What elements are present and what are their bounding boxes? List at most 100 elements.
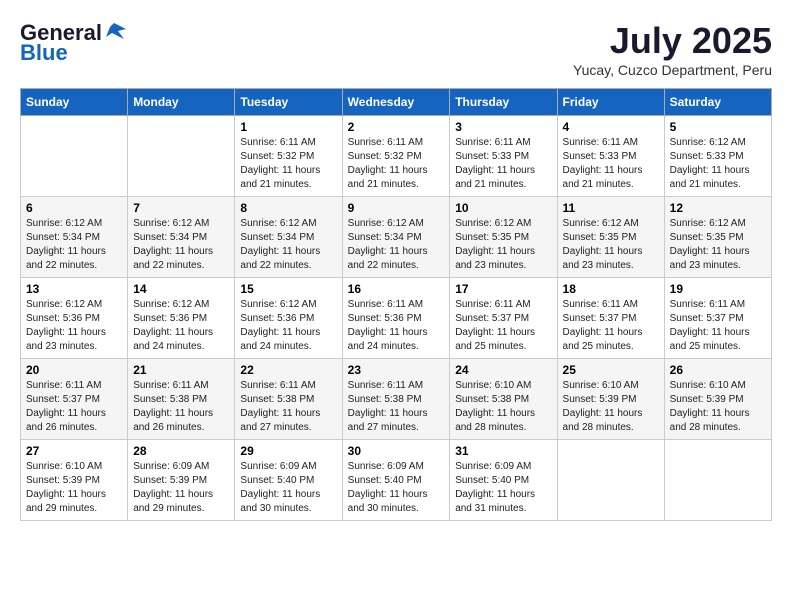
day-of-week-header: Tuesday bbox=[235, 89, 342, 116]
day-number: 20 bbox=[26, 363, 122, 377]
day-info: Sunrise: 6:10 AMSunset: 5:38 PMDaylight:… bbox=[455, 379, 551, 435]
day-of-week-header: Wednesday bbox=[342, 89, 450, 116]
day-number: 22 bbox=[240, 363, 336, 377]
day-info: Sunrise: 6:09 AMSunset: 5:40 PMDaylight:… bbox=[455, 460, 551, 516]
day-info: Sunrise: 6:11 AMSunset: 5:32 PMDaylight:… bbox=[348, 136, 445, 192]
day-number: 3 bbox=[455, 120, 551, 134]
day-info: Sunrise: 6:10 AMSunset: 5:39 PMDaylight:… bbox=[26, 460, 122, 516]
calendar-day-cell: 21Sunrise: 6:11 AMSunset: 5:38 PMDayligh… bbox=[128, 359, 235, 440]
calendar-day-cell: 15Sunrise: 6:12 AMSunset: 5:36 PMDayligh… bbox=[235, 278, 342, 359]
day-info: Sunrise: 6:11 AMSunset: 5:37 PMDaylight:… bbox=[455, 298, 551, 354]
day-info: Sunrise: 6:10 AMSunset: 5:39 PMDaylight:… bbox=[670, 379, 766, 435]
day-number: 2 bbox=[348, 120, 445, 134]
day-info: Sunrise: 6:09 AMSunset: 5:40 PMDaylight:… bbox=[240, 460, 336, 516]
calendar-day-cell: 18Sunrise: 6:11 AMSunset: 5:37 PMDayligh… bbox=[557, 278, 664, 359]
calendar-day-cell: 7Sunrise: 6:12 AMSunset: 5:34 PMDaylight… bbox=[128, 197, 235, 278]
calendar-day-cell: 6 Sunrise: 6:12 AMSunset: 5:34 PMDaylight… bbox=[21, 197, 128, 278]
calendar-week-row: 20 Sunrise: 6:11 AMSunset: 5:37 PMDayligh… bbox=[21, 359, 772, 440]
calendar-day-cell: 17 Sunrise: 6:11 AMSunset: 5:37 PMDayligh… bbox=[450, 278, 557, 359]
calendar-week-row: 1Sunrise: 6:11 AMSunset: 5:32 PMDaylight… bbox=[21, 116, 772, 197]
calendar-day-cell: 9 Sunrise: 6:12 AMSunset: 5:34 PMDaylight… bbox=[342, 197, 450, 278]
calendar-table: SundayMondayTuesdayWednesdayThursdayFrid… bbox=[20, 88, 772, 521]
calendar-day-cell: 27 Sunrise: 6:10 AMSunset: 5:39 PMDayligh… bbox=[21, 440, 128, 521]
calendar-week-row: 27 Sunrise: 6:10 AMSunset: 5:39 PMDayligh… bbox=[21, 440, 772, 521]
day-info: Sunrise: 6:09 AMSunset: 5:40 PMDaylight:… bbox=[348, 460, 445, 516]
day-info: Sunrise: 6:11 AMSunset: 5:37 PMDaylight:… bbox=[26, 379, 122, 435]
day-info: Sunrise: 6:12 AMSunset: 5:35 PMDaylight:… bbox=[563, 217, 659, 273]
calendar-day-cell: 26 Sunrise: 6:10 AMSunset: 5:39 PMDayligh… bbox=[664, 359, 771, 440]
day-number: 25 bbox=[563, 363, 659, 377]
day-info: Sunrise: 6:11 AMSunset: 5:37 PMDaylight:… bbox=[670, 298, 766, 354]
day-of-week-header: Saturday bbox=[664, 89, 771, 116]
day-info: Sunrise: 6:12 AMSunset: 5:36 PMDaylight:… bbox=[240, 298, 336, 354]
calendar-day-cell: 29Sunrise: 6:09 AMSunset: 5:40 PMDayligh… bbox=[235, 440, 342, 521]
calendar-day-cell bbox=[21, 116, 128, 197]
calendar-day-cell: 1Sunrise: 6:11 AMSunset: 5:32 PMDaylight… bbox=[235, 116, 342, 197]
day-number: 27 bbox=[26, 444, 122, 458]
day-number: 16 bbox=[348, 282, 445, 296]
day-info: Sunrise: 6:09 AMSunset: 5:39 PMDaylight:… bbox=[133, 460, 229, 516]
calendar-day-cell: 3Sunrise: 6:11 AMSunset: 5:33 PMDaylight… bbox=[450, 116, 557, 197]
calendar-day-cell: 28Sunrise: 6:09 AMSunset: 5:39 PMDayligh… bbox=[128, 440, 235, 521]
calendar-day-cell: 5 Sunrise: 6:12 AMSunset: 5:33 PMDaylight… bbox=[664, 116, 771, 197]
day-info: Sunrise: 6:12 AMSunset: 5:35 PMDaylight:… bbox=[455, 217, 551, 273]
page-header: General Blue July 2025 Yucay, Cuzco Depa… bbox=[20, 20, 772, 78]
logo: General Blue bbox=[20, 20, 126, 66]
calendar-day-cell: 20 Sunrise: 6:11 AMSunset: 5:37 PMDayligh… bbox=[21, 359, 128, 440]
day-info: Sunrise: 6:10 AMSunset: 5:39 PMDaylight:… bbox=[563, 379, 659, 435]
day-number: 23 bbox=[348, 363, 445, 377]
month-year-title: July 2025 bbox=[573, 20, 772, 62]
day-number: 30 bbox=[348, 444, 445, 458]
logo-blue-text: Blue bbox=[20, 40, 68, 66]
day-info: Sunrise: 6:12 AMSunset: 5:36 PMDaylight:… bbox=[133, 298, 229, 354]
day-of-week-header: Monday bbox=[128, 89, 235, 116]
day-number: 17 bbox=[455, 282, 551, 296]
calendar-day-cell: 11 Sunrise: 6:12 AMSunset: 5:35 PMDayligh… bbox=[557, 197, 664, 278]
day-number: 9 bbox=[348, 201, 445, 215]
calendar-week-row: 13 Sunrise: 6:12 AMSunset: 5:36 PMDayligh… bbox=[21, 278, 772, 359]
location-subtitle: Yucay, Cuzco Department, Peru bbox=[573, 62, 772, 78]
day-number: 21 bbox=[133, 363, 229, 377]
calendar-day-cell: 30 Sunrise: 6:09 AMSunset: 5:40 PMDayligh… bbox=[342, 440, 450, 521]
day-info: Sunrise: 6:12 AMSunset: 5:33 PMDaylight:… bbox=[670, 136, 766, 192]
logo-bird-icon bbox=[104, 21, 126, 41]
day-number: 26 bbox=[670, 363, 766, 377]
calendar-day-cell: 13 Sunrise: 6:12 AMSunset: 5:36 PMDayligh… bbox=[21, 278, 128, 359]
day-of-week-header: Sunday bbox=[21, 89, 128, 116]
day-number: 10 bbox=[455, 201, 551, 215]
day-info: Sunrise: 6:11 AMSunset: 5:37 PMDaylight:… bbox=[563, 298, 659, 354]
calendar-day-cell: 10 Sunrise: 6:12 AMSunset: 5:35 PMDayligh… bbox=[450, 197, 557, 278]
day-number: 13 bbox=[26, 282, 122, 296]
calendar-week-row: 6 Sunrise: 6:12 AMSunset: 5:34 PMDaylight… bbox=[21, 197, 772, 278]
day-number: 19 bbox=[670, 282, 766, 296]
day-number: 6 bbox=[26, 201, 122, 215]
calendar-day-cell: 23 Sunrise: 6:11 AMSunset: 5:38 PMDayligh… bbox=[342, 359, 450, 440]
day-info: Sunrise: 6:11 AMSunset: 5:36 PMDaylight:… bbox=[348, 298, 445, 354]
calendar-day-cell: 14 Sunrise: 6:12 AMSunset: 5:36 PMDayligh… bbox=[128, 278, 235, 359]
calendar-day-cell: 16 Sunrise: 6:11 AMSunset: 5:36 PMDayligh… bbox=[342, 278, 450, 359]
day-number: 14 bbox=[133, 282, 229, 296]
day-info: Sunrise: 6:12 AMSunset: 5:36 PMDaylight:… bbox=[26, 298, 122, 354]
day-number: 12 bbox=[670, 201, 766, 215]
day-number: 7 bbox=[133, 201, 229, 215]
day-info: Sunrise: 6:11 AMSunset: 5:38 PMDaylight:… bbox=[348, 379, 445, 435]
calendar-header-row: SundayMondayTuesdayWednesdayThursdayFrid… bbox=[21, 89, 772, 116]
day-info: Sunrise: 6:12 AMSunset: 5:34 PMDaylight:… bbox=[348, 217, 445, 273]
calendar-day-cell bbox=[557, 440, 664, 521]
calendar-day-cell: 31Sunrise: 6:09 AMSunset: 5:40 PMDayligh… bbox=[450, 440, 557, 521]
calendar-day-cell bbox=[128, 116, 235, 197]
calendar-day-cell: 19 Sunrise: 6:11 AMSunset: 5:37 PMDayligh… bbox=[664, 278, 771, 359]
day-info: Sunrise: 6:12 AMSunset: 5:35 PMDaylight:… bbox=[670, 217, 766, 273]
day-number: 4 bbox=[563, 120, 659, 134]
calendar-day-cell: 24 Sunrise: 6:10 AMSunset: 5:38 PMDayligh… bbox=[450, 359, 557, 440]
day-number: 24 bbox=[455, 363, 551, 377]
calendar-day-cell bbox=[664, 440, 771, 521]
day-info: Sunrise: 6:12 AMSunset: 5:34 PMDaylight:… bbox=[240, 217, 336, 273]
calendar-day-cell: 4Sunrise: 6:11 AMSunset: 5:33 PMDaylight… bbox=[557, 116, 664, 197]
calendar-day-cell: 8Sunrise: 6:12 AMSunset: 5:34 PMDaylight… bbox=[235, 197, 342, 278]
calendar-day-cell: 25 Sunrise: 6:10 AMSunset: 5:39 PMDayligh… bbox=[557, 359, 664, 440]
day-number: 11 bbox=[563, 201, 659, 215]
day-info: Sunrise: 6:12 AMSunset: 5:34 PMDaylight:… bbox=[26, 217, 122, 273]
day-number: 5 bbox=[670, 120, 766, 134]
day-info: Sunrise: 6:11 AMSunset: 5:38 PMDaylight:… bbox=[240, 379, 336, 435]
